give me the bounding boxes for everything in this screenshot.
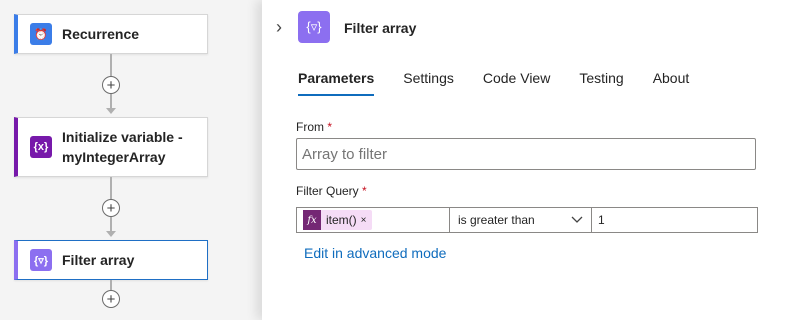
- connector-line: [110, 217, 112, 231]
- filter-right-operand[interactable]: 1: [592, 207, 758, 233]
- add-step-button[interactable]: +: [102, 76, 120, 94]
- initialize-variable-card[interactable]: {x} Initialize variable - myIntegerArray: [14, 117, 208, 177]
- arrow-down-icon: [106, 108, 116, 114]
- connector-line: [110, 94, 112, 108]
- chevron-down-icon: [571, 213, 583, 227]
- add-step-button[interactable]: +: [102, 290, 120, 308]
- card-label: Initialize variable - myIntegerArray: [62, 129, 183, 165]
- filter-array-card[interactable]: {▿} Filter array: [14, 240, 208, 280]
- filter-query-label: Filter Query *: [296, 184, 367, 198]
- right-operand-value: 1: [598, 213, 605, 227]
- card-label: Recurrence: [62, 26, 140, 42]
- variable-icon: {x}: [30, 136, 52, 158]
- tab-settings[interactable]: Settings: [403, 70, 454, 96]
- filter-query-row: fx item() × is greater than 1: [296, 207, 758, 233]
- designer-canvas: ⏰ Recurrence + {x} Initialize variable -…: [0, 0, 262, 320]
- tab-code-view[interactable]: Code View: [483, 70, 550, 96]
- tab-parameters[interactable]: Parameters: [298, 70, 375, 96]
- connector-line: [110, 177, 112, 199]
- from-label: From *: [296, 120, 332, 134]
- filter-array-icon: {▿}: [30, 249, 52, 271]
- operator-dropdown[interactable]: is greater than: [450, 207, 592, 233]
- function-icon: fx: [303, 210, 321, 230]
- from-label-text: From: [296, 120, 324, 134]
- filter-left-operand[interactable]: fx item() ×: [296, 207, 450, 233]
- tab-testing[interactable]: Testing: [579, 70, 623, 96]
- required-mark: *: [327, 120, 333, 134]
- card-label: Filter array: [62, 252, 135, 268]
- operator-value: is greater than: [458, 213, 535, 227]
- tab-about[interactable]: About: [653, 70, 690, 96]
- chevron-right-icon[interactable]: ›: [276, 17, 282, 38]
- filter-query-label-text: Filter Query: [296, 184, 359, 198]
- edit-advanced-mode-link[interactable]: Edit in advanced mode: [304, 245, 446, 261]
- connector-line: [110, 280, 112, 290]
- add-step-button[interactable]: +: [102, 199, 120, 217]
- from-input[interactable]: [296, 138, 756, 170]
- filter-array-icon: {▿}: [298, 11, 330, 43]
- recurrence-card[interactable]: ⏰ Recurrence: [14, 14, 208, 54]
- action-details-panel: › {▿} Filter array Parameters Settings C…: [262, 0, 800, 320]
- expression-token[interactable]: fx item() ×: [303, 210, 372, 230]
- required-mark: *: [362, 184, 367, 198]
- token-text: item(): [326, 213, 357, 227]
- remove-token-icon[interactable]: ×: [361, 215, 367, 226]
- panel-title: Filter array: [344, 20, 417, 36]
- alarm-clock-icon: ⏰: [30, 23, 52, 45]
- tab-bar: Parameters Settings Code View Testing Ab…: [298, 70, 718, 96]
- connector-line: [110, 54, 112, 76]
- arrow-down-icon: [106, 231, 116, 237]
